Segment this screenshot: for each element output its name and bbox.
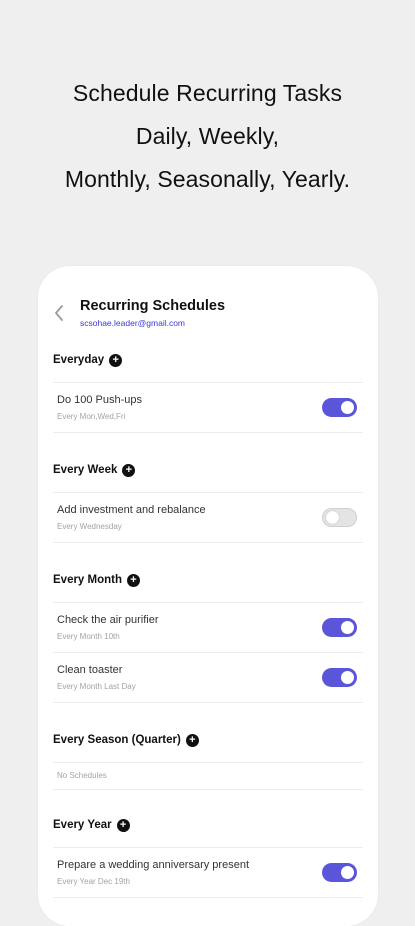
toggle-knob: [341, 621, 354, 634]
account-email: scsohae.leader@gmail.com: [80, 318, 186, 328]
section-title: Everyday: [53, 354, 105, 366]
empty-state-text: No Schedules: [57, 771, 107, 780]
page-title: Recurring Schedules: [80, 298, 226, 314]
add-schedule-button[interactable]: +: [116, 818, 130, 832]
schedule-frequency: Every Month 10th: [57, 632, 120, 641]
section-title: Every Year: [53, 819, 112, 831]
schedule-item[interactable]: Add investment and rebalance Every Wedne…: [53, 492, 363, 543]
section-every-month: Every Month + Check the air purifier Eve…: [53, 570, 363, 703]
add-schedule-button[interactable]: +: [185, 733, 199, 747]
section-header: Every Week +: [53, 460, 363, 480]
promo-line-2: Daily, Weekly,: [135, 123, 280, 149]
schedule-item[interactable]: Clean toaster Every Month Last Day: [53, 652, 363, 703]
promo-text: Schedule Recurring Tasks Daily, Weekly, …: [0, 72, 415, 201]
section-every-week: Every Week + Add investment and rebalanc…: [53, 460, 363, 543]
section-title: Every Season (Quarter): [53, 734, 181, 746]
promo-line-1: Schedule Recurring Tasks: [72, 80, 343, 106]
schedule-name: Do 100 Push-ups: [57, 394, 142, 406]
promo-line-3: Monthly, Seasonally, Yearly.: [64, 166, 351, 192]
schedule-name: Clean toaster: [57, 664, 123, 676]
section-title: Every Week: [53, 464, 118, 476]
section-title: Every Month: [53, 574, 123, 586]
phone-screen: Recurring Schedules scsohae.leader@gmail…: [38, 266, 378, 926]
schedule-frequency: Every Month Last Day: [57, 682, 136, 691]
section-everyday: Everyday + Do 100 Push-ups Every Mon,Wed…: [53, 350, 363, 433]
schedule-item[interactable]: Prepare a wedding anniversary present Ev…: [53, 847, 363, 898]
schedule-frequency: Every Year Dec 19th: [57, 877, 130, 886]
section-header: Every Season (Quarter) +: [53, 730, 363, 750]
section-header: Every Month +: [53, 570, 363, 590]
schedule-item[interactable]: Check the air purifier Every Month 10th: [53, 602, 363, 652]
plus-icon: +: [125, 463, 133, 476]
plus-icon: +: [112, 353, 119, 366]
schedule-toggle[interactable]: [322, 398, 357, 417]
app-header: Recurring Schedules scsohae.leader@gmail…: [38, 294, 378, 334]
section-every-year: Every Year + Prepare a wedding anniversa…: [53, 815, 363, 898]
schedule-toggle[interactable]: [322, 863, 357, 882]
empty-schedule-row: No Schedules: [53, 762, 363, 790]
schedule-name: Prepare a wedding anniversary present: [57, 859, 250, 871]
section-header: Everyday +: [53, 350, 363, 370]
schedule-frequency: Every Mon,Wed,Fri: [57, 412, 126, 421]
schedule-name: Check the air purifier: [57, 614, 159, 626]
schedule-toggle[interactable]: [322, 618, 357, 637]
add-schedule-button[interactable]: +: [109, 353, 123, 367]
plus-icon: +: [119, 818, 127, 831]
section-header: Every Year +: [53, 815, 363, 835]
schedule-name: Add investment and rebalance: [57, 504, 206, 516]
toggle-knob: [341, 866, 354, 879]
back-button[interactable]: [50, 304, 68, 322]
chevron-left-icon: [55, 305, 63, 321]
schedule-toggle[interactable]: [322, 668, 357, 687]
section-every-season: Every Season (Quarter) + No Schedules: [53, 730, 363, 790]
toggle-knob: [341, 401, 354, 414]
schedule-item[interactable]: Do 100 Push-ups Every Mon,Wed,Fri: [53, 382, 363, 433]
add-schedule-button[interactable]: +: [127, 573, 141, 587]
plus-icon: +: [130, 573, 137, 586]
toggle-knob: [326, 511, 339, 524]
plus-icon: +: [189, 733, 196, 746]
toggle-knob: [341, 671, 354, 684]
add-schedule-button[interactable]: +: [122, 463, 136, 477]
schedule-frequency: Every Wednesday: [57, 522, 122, 531]
schedule-toggle[interactable]: [322, 508, 357, 527]
